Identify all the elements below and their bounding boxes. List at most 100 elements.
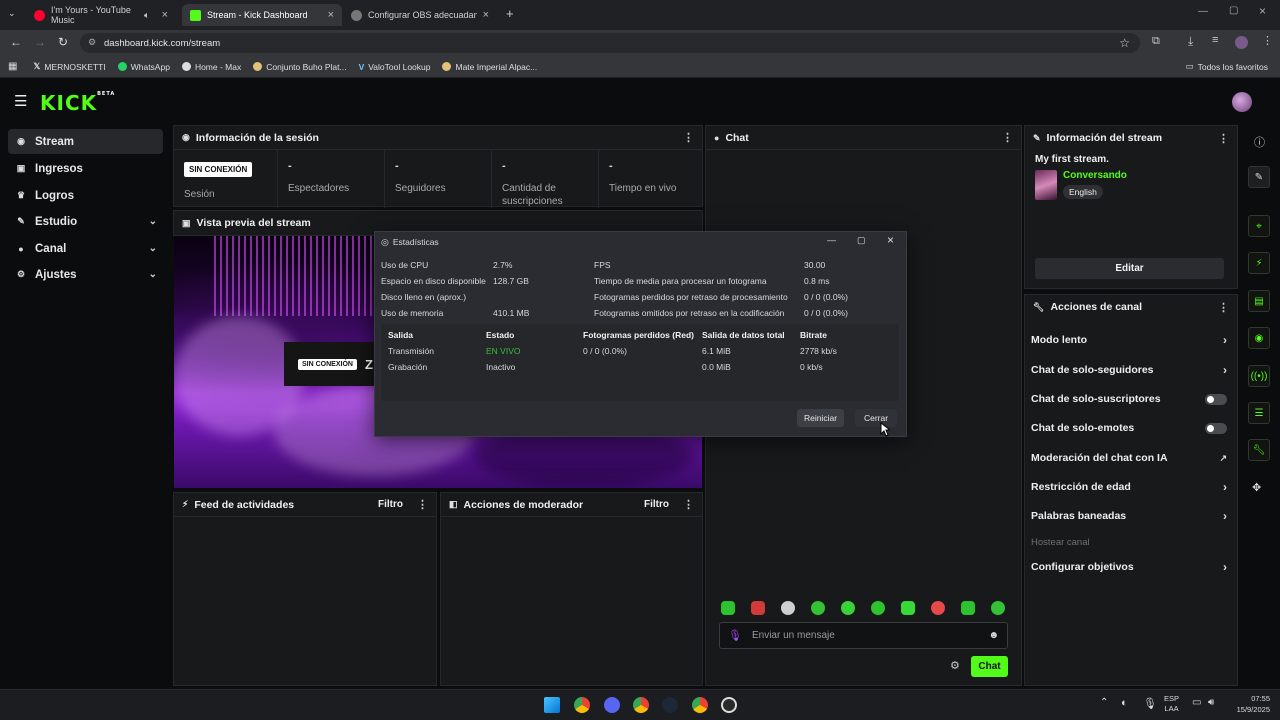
more-options-icon[interactable]: ⋮ xyxy=(417,498,428,511)
chat-send-button[interactable]: Chat xyxy=(971,656,1008,677)
category-thumbnail[interactable] xyxy=(1035,170,1057,200)
emote-icon[interactable] xyxy=(721,601,735,615)
star-icon[interactable]: ☆ xyxy=(1119,36,1130,50)
chevron-up-icon[interactable]: ⌃ xyxy=(1100,697,1108,708)
windows-start-icon[interactable] xyxy=(544,697,560,713)
subscribers-only-toggle[interactable] xyxy=(1205,393,1227,405)
microphone-icon[interactable]: 🎙︎ xyxy=(728,629,742,642)
tab-youtube-music[interactable]: I'm Yours - YouTube Music 🔈︎ × xyxy=(26,4,176,26)
network-icon[interactable]: ▭ xyxy=(1192,697,1201,708)
minimize-icon[interactable]: — xyxy=(827,235,836,245)
emote-icon[interactable] xyxy=(991,601,1005,615)
extensions-icon[interactable]: ⧉ xyxy=(1152,35,1160,48)
media-icon[interactable]: ≡ xyxy=(1212,34,1218,46)
add-widget-icon[interactable]: ✥ xyxy=(1252,481,1261,494)
chrome-icon[interactable] xyxy=(692,697,708,713)
more-options-icon[interactable]: ⋮ xyxy=(1218,132,1229,145)
site-info-icon[interactable]: ⚙ xyxy=(88,37,96,48)
chat-settings-icon[interactable]: ⚙ xyxy=(950,659,960,672)
plus-icon[interactable]: + xyxy=(506,6,514,21)
profile-icon[interactable] xyxy=(1235,36,1248,49)
rail-button[interactable]: 🔧︎ xyxy=(1248,439,1270,461)
rail-button[interactable]: ◉ xyxy=(1248,327,1270,349)
tray-app-icon[interactable]: ◐ xyxy=(1121,697,1128,709)
close-button[interactable]: Cerrar xyxy=(855,409,897,427)
bookmark[interactable]: Home - Max xyxy=(181,62,241,72)
emote-icon[interactable] xyxy=(901,601,915,615)
emote-icon[interactable] xyxy=(781,601,795,615)
more-options-icon[interactable]: ⋮ xyxy=(683,498,694,511)
filter-button[interactable]: Filtro xyxy=(378,499,403,510)
emote-icon[interactable] xyxy=(931,601,945,615)
back-icon[interactable]: ← xyxy=(10,35,22,49)
sidebar-item-ajustes[interactable]: ⚙ Ajustes ⌄ xyxy=(8,262,163,287)
more-options-icon[interactable]: ⋮ xyxy=(1218,301,1229,314)
close-window-icon[interactable]: × xyxy=(1259,4,1266,18)
emotes-only-toggle[interactable] xyxy=(1205,422,1227,434)
stats-dialog-titlebar[interactable]: ◎ Estadísticas — ▢ × xyxy=(375,232,906,252)
rail-button[interactable]: ((•)) xyxy=(1248,365,1270,387)
emote-icon[interactable] xyxy=(811,601,825,615)
discord-icon[interactable] xyxy=(604,697,620,713)
action-banned-words[interactable]: Palabras baneadas › xyxy=(1031,506,1227,526)
emote-icon[interactable] xyxy=(751,601,765,615)
volume-icon[interactable]: 🔊︎ xyxy=(1208,697,1214,708)
apps-icon[interactable]: ▦ xyxy=(8,61,17,72)
bookmark[interactable]: WhatsApp xyxy=(117,62,170,72)
download-icon[interactable]: ⤓ xyxy=(1188,34,1193,49)
steam-icon[interactable] xyxy=(662,697,678,713)
sidebar-item-estudio[interactable]: ✎ Estudio ⌄ xyxy=(8,209,163,234)
reload-icon[interactable]: ↻ xyxy=(58,35,68,49)
obs-icon[interactable] xyxy=(721,697,737,713)
tab-obs-config[interactable]: Configurar OBS adecuadament × xyxy=(343,4,497,26)
sidebar-item-canal[interactable]: ● Canal ⌄ xyxy=(8,236,163,261)
language-indicator[interactable]: ESP LAA xyxy=(1164,694,1179,714)
chrome-icon[interactable] xyxy=(574,697,590,713)
close-tab-icon[interactable]: × xyxy=(328,9,334,21)
chrome-icon[interactable] xyxy=(633,697,649,713)
action-followers-only[interactable]: Chat de solo-seguidores › xyxy=(1031,360,1227,380)
sidebar-item-logros[interactable]: ♛ Logros xyxy=(8,183,163,208)
bookmark[interactable]: Conjunto Buho Plat... xyxy=(253,62,347,72)
menu-icon[interactable]: ⋮ xyxy=(1262,34,1273,47)
more-options-icon[interactable]: ⋮ xyxy=(1002,131,1013,144)
emoji-icon[interactable]: ☻ xyxy=(988,630,999,641)
chat-input[interactable]: 🎙︎ Enviar un mensaje ☻ xyxy=(719,622,1008,649)
user-avatar[interactable] xyxy=(1232,92,1252,112)
forward-icon[interactable]: → xyxy=(34,35,46,49)
bookmark[interactable]: 𝕏 MERNOSKETTI xyxy=(33,61,105,72)
action-age-restriction[interactable]: Restricción de edad › xyxy=(1031,477,1227,497)
more-options-icon[interactable]: ⋮ xyxy=(683,131,694,144)
maximize-icon[interactable]: ▢ xyxy=(857,235,866,246)
emote-icon[interactable] xyxy=(841,601,855,615)
address-bar[interactable]: ⚙ dashboard.kick.com/stream ☆ xyxy=(80,33,1140,53)
action-slow-mode[interactable]: Modo lento › xyxy=(1031,330,1227,350)
microphone-icon[interactable]: 🎙︎ xyxy=(1143,697,1157,710)
info-icon[interactable]: ⓘ xyxy=(1254,134,1265,150)
emote-icon[interactable] xyxy=(871,601,885,615)
sidebar-item-stream[interactable]: ◉ Stream xyxy=(8,129,163,154)
edit-stream-button[interactable]: Editar xyxy=(1035,258,1224,279)
minimize-icon[interactable]: — xyxy=(1198,6,1208,17)
action-configure-goals[interactable]: Configurar objetivos › xyxy=(1031,557,1227,577)
maximize-icon[interactable]: ▢ xyxy=(1229,5,1238,16)
bookmark[interactable]: V ValoTool Lookup xyxy=(359,62,431,72)
close-tab-icon[interactable]: × xyxy=(162,9,168,21)
clock[interactable]: 07:55 15/9/2025 xyxy=(1226,693,1270,715)
filter-button[interactable]: Filtro xyxy=(644,499,669,510)
bookmark[interactable]: Mate Imperial Alpac... xyxy=(442,62,537,72)
hamburger-menu-icon[interactable]: ☰ xyxy=(14,92,27,110)
sidebar-item-ingresos[interactable]: ▣ Ingresos xyxy=(8,156,163,181)
close-tab-icon[interactable]: × xyxy=(483,9,489,21)
action-ai-moderation[interactable]: Moderación del chat con IA ↗ xyxy=(1031,448,1227,468)
edit-rail-button[interactable]: ✎ xyxy=(1248,166,1270,188)
rail-button[interactable]: ☰ xyxy=(1248,402,1270,424)
rail-button[interactable]: ⌖ xyxy=(1248,215,1270,237)
all-bookmarks[interactable]: ▭ Todos los favoritos xyxy=(1186,61,1268,72)
close-icon[interactable]: × xyxy=(887,233,894,247)
rail-button[interactable]: ⚡︎ xyxy=(1248,252,1270,274)
rail-button[interactable]: ▤ xyxy=(1248,290,1270,312)
category-link[interactable]: Conversando xyxy=(1063,170,1127,181)
kick-logo[interactable]: KICKBETA xyxy=(40,91,115,115)
tab-kick-dashboard[interactable]: Stream - Kick Dashboard × xyxy=(182,4,342,26)
